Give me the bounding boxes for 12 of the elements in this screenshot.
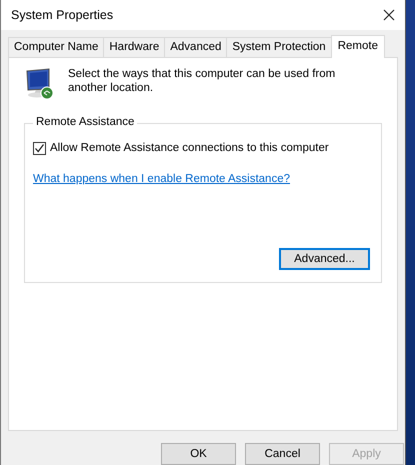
close-icon[interactable] (383, 8, 395, 21)
tab[interactable]: Remote (330, 34, 385, 58)
tab[interactable]: Computer Name (8, 36, 104, 57)
dialog-button[interactable]: OK (161, 443, 236, 465)
help-link[interactable]: What happens when I enable Remote Assistance? (33, 172, 373, 185)
advanced-button[interactable]: Advanced... (279, 248, 370, 270)
dialog-button[interactable]: Cancel (245, 443, 320, 465)
group-title: Remote Assistance (33, 116, 138, 128)
description-text: Select the ways that this computer can be used from another location. (68, 66, 336, 95)
window-title: System Properties (11, 8, 114, 22)
checkbox-label[interactable]: Allow Remote Assistance connections to this computer (50, 142, 329, 154)
checkbox[interactable] (33, 142, 46, 155)
